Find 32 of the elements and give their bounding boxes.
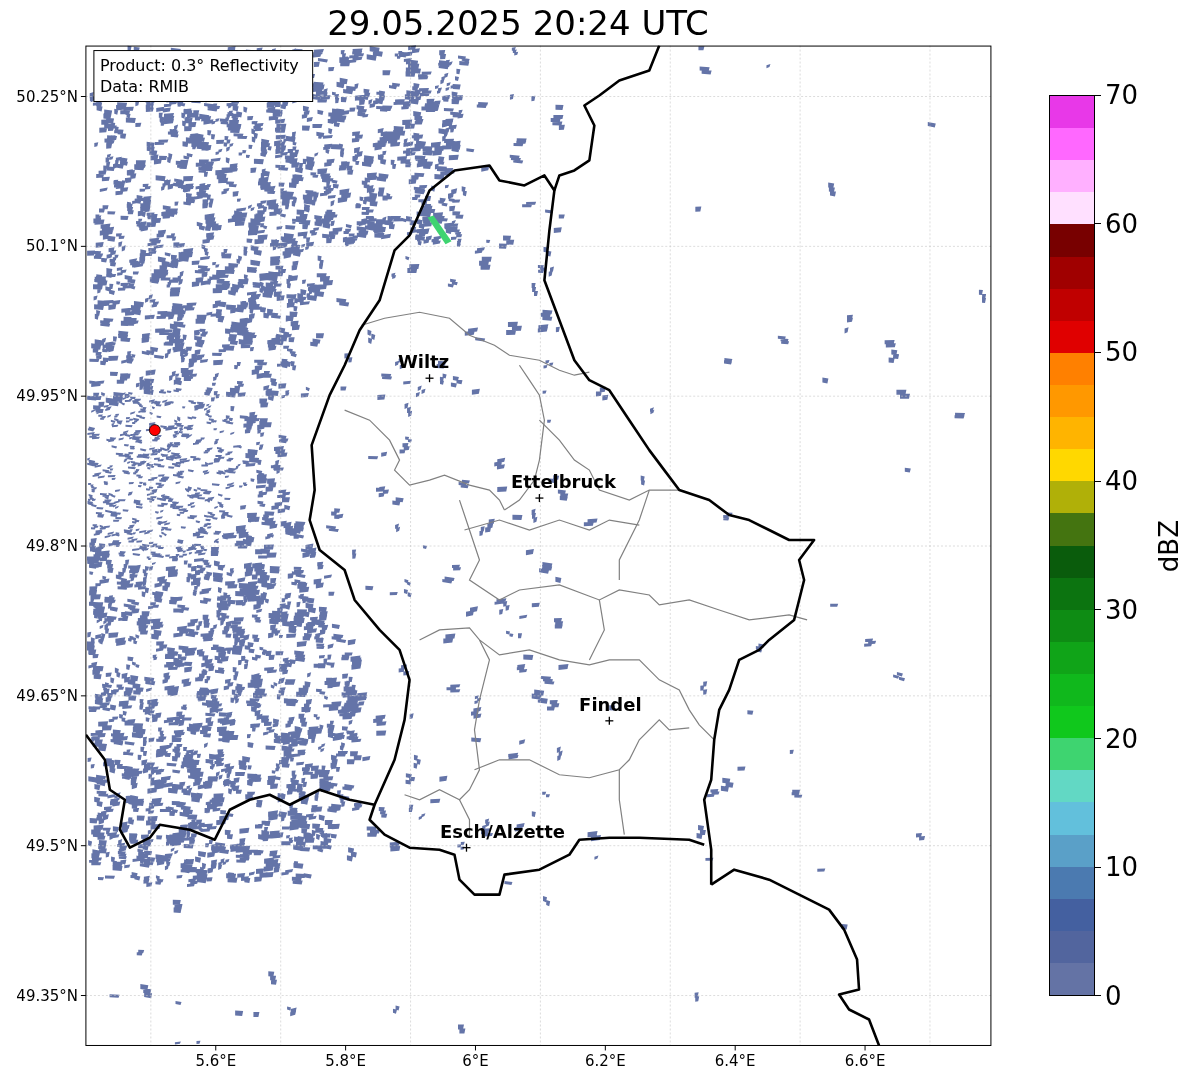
colorbar-tick-label: 30 [1104,594,1138,625]
y-tick-label: 49.5°N [25,836,78,855]
y-tick-label: 50.1°N [25,237,78,256]
colorbar-tick-label: 50 [1104,337,1138,368]
x-tick-label: 6.6°E [844,1052,886,1071]
colorbar-tick-label: 0 [1104,980,1122,1011]
city-marker-icon [534,493,545,503]
y-tick-label: 49.35°N [16,986,78,1005]
colorbar-tick-label: 40 [1104,466,1138,497]
y-tick-label: 49.8°N [25,537,78,555]
x-tick-label: 5.8°E [325,1052,366,1071]
radar-site-marker [148,424,161,437]
city-marker-icon [424,373,435,383]
colorbar-tick-label: 20 [1104,723,1138,754]
info-text: Data: RMIB [99,76,189,96]
y-tick-label: 49.65°N [16,686,78,705]
x-tick-label: 6.2°E [584,1052,626,1071]
colorbar-tick-label: 70 [1104,80,1138,110]
chart-title: 29.05.2025 20:24 UTC [326,2,709,43]
y-tick-label: 50.25°N [16,87,78,106]
colorbar-label: dBZ [1154,520,1184,573]
y-tick-label: 49.95°N [16,387,78,406]
city-marker-icon [604,716,614,726]
colorbar-tick-label: 10 [1104,852,1138,883]
city-label: Ettelbruck [510,471,616,493]
x-tick-label: 6°E [462,1052,489,1071]
colorbar-tick-label: 60 [1104,208,1138,239]
info-text: Product: 0.3° Reflectivity [99,55,299,75]
city-label: Findel [579,693,642,715]
x-tick-label: 5.6°E [195,1052,237,1071]
city-marker-icon [461,843,472,853]
x-tick-label: 6.4°E [714,1052,756,1071]
